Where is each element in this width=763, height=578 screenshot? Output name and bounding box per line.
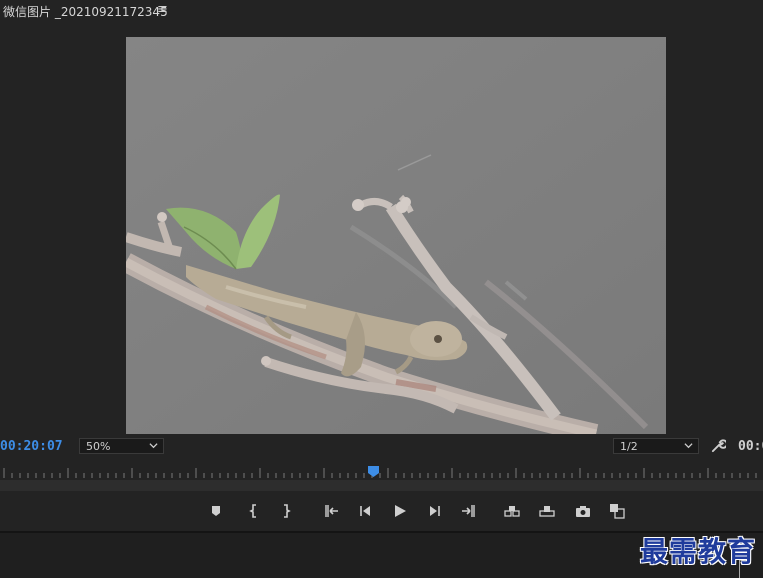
mark-out-icon	[284, 504, 291, 518]
step-back-icon	[360, 506, 370, 516]
transport-controls	[0, 491, 763, 531]
go-to-out-button[interactable]	[460, 502, 478, 520]
chevron-down-icon	[684, 443, 693, 449]
export-frame-icon	[576, 506, 590, 517]
zoom-level-value: 50%	[86, 440, 111, 453]
ruler-ticks	[3, 468, 757, 478]
zoom-scrollbar[interactable]	[0, 480, 763, 491]
panel-title: 微信图片 _20210921172345	[3, 5, 168, 19]
resolution-value: 1/2	[620, 440, 638, 453]
step-back-button[interactable]	[356, 502, 374, 520]
insert-button[interactable]	[503, 502, 521, 520]
play-button[interactable]	[391, 502, 409, 520]
play-icon	[395, 505, 406, 517]
go-to-in-button[interactable]	[322, 502, 340, 520]
current-timecode[interactable]: 00:20:07	[0, 439, 63, 454]
overwrite-button[interactable]	[538, 502, 556, 520]
chevron-down-icon	[149, 443, 158, 449]
wrench-settings-icon[interactable]	[711, 438, 726, 453]
step-forward-icon	[430, 506, 440, 516]
mark-in-button[interactable]	[245, 502, 263, 520]
step-forward-button[interactable]	[426, 502, 444, 520]
compare-view-button[interactable]	[608, 502, 626, 520]
panel-header: 微信图片 _20210921172345 ≡	[0, 0, 763, 22]
mark-in-icon	[249, 504, 256, 518]
insert-icon	[504, 506, 520, 517]
add-marker-icon	[212, 506, 220, 516]
chameleon-image	[126, 37, 666, 434]
playhead-marker[interactable]	[368, 466, 380, 477]
overwrite-icon	[539, 506, 555, 517]
zoom-level-dropdown[interactable]: 50%	[79, 438, 164, 454]
compare-view-icon	[610, 504, 625, 519]
hamburger-menu-icon[interactable]: ≡	[157, 2, 168, 17]
duration-timecode: 00:0	[738, 439, 763, 454]
export-frame-button[interactable]	[574, 502, 592, 520]
go-to-out-icon	[462, 505, 475, 517]
mark-out-button[interactable]	[277, 502, 295, 520]
add-marker-button[interactable]	[207, 502, 225, 520]
watermark-logo: 最需教育	[640, 535, 757, 568]
go-to-in-icon	[325, 505, 338, 517]
video-frame[interactable]	[126, 37, 666, 434]
resolution-dropdown[interactable]: 1/2	[613, 438, 699, 454]
time-ruler[interactable]	[0, 460, 763, 480]
